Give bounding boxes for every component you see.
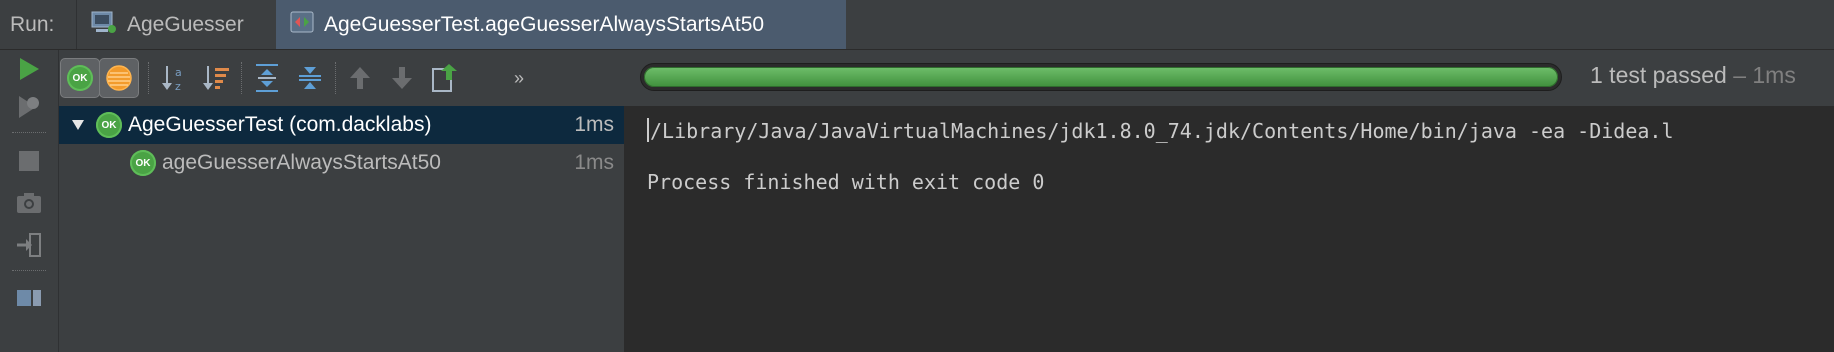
svg-text:z: z — [175, 80, 181, 93]
layout-button[interactable] — [14, 282, 44, 312]
console-command: /Library/Java/JavaVirtualMachines/jdk1.8… — [650, 119, 1674, 143]
export-icon — [432, 64, 457, 92]
console-output[interactable]: /Library/Java/JavaVirtualMachines/jdk1.8… — [625, 106, 1834, 352]
exit-button[interactable] — [14, 230, 44, 260]
tree-row-test-class[interactable]: OK AgeGuesserTest (com.dacklabs) 1ms — [59, 106, 624, 144]
test-tree: OK AgeGuesserTest (com.dacklabs) 1ms OK … — [59, 106, 625, 352]
text-caret — [647, 118, 649, 142]
test-class-icon — [290, 10, 314, 40]
run-config-icon — [91, 10, 117, 40]
tree-row-label: ageGuesserAlwaysStartsAt50 — [162, 151, 441, 174]
camera-icon — [17, 193, 41, 213]
ok-badge-icon: OK — [67, 65, 93, 91]
left-toolbar — [0, 50, 59, 352]
test-toolbar: OK a z » 1 test passed – 1ms — [59, 50, 1834, 106]
collapse-all-button[interactable] — [290, 58, 330, 98]
tree-row-label: AgeGuesserTest (com.dacklabs) — [128, 113, 432, 136]
tab-ageguessertest[interactable]: AgeGuesserTest.ageGuesserAlwaysStartsAt5… — [276, 0, 846, 49]
dump-threads-button[interactable] — [14, 188, 44, 218]
progress-fill — [644, 67, 1558, 87]
toolbar-divider — [12, 270, 46, 271]
console-exit-message: Process finished with exit code 0 — [647, 170, 1045, 194]
run-tab-bar: Run: AgeGuesser AgeGuesserTest.ageGuesse… — [0, 0, 1834, 50]
expand-all-button[interactable] — [247, 58, 287, 98]
status-duration: – 1ms — [1726, 62, 1796, 88]
arrow-up-icon — [350, 67, 370, 89]
stop-button[interactable] — [14, 146, 44, 176]
show-ignored-toggle[interactable] — [99, 58, 139, 98]
status-passed: 1 test passed — [1590, 62, 1727, 88]
rerun-failed-button[interactable] — [14, 92, 44, 122]
passed-icon: OK — [96, 112, 122, 138]
sort-alphabetically-button[interactable]: a z — [154, 58, 194, 98]
sort-alpha-icon: a z — [162, 66, 182, 93]
rerun-failed-icon — [19, 96, 39, 118]
collapse-all-icon — [299, 67, 321, 89]
rerun-button[interactable] — [14, 54, 44, 84]
arrow-down-icon — [392, 67, 412, 89]
more-icon: » — [513, 67, 524, 88]
sort-duration-icon — [203, 66, 229, 90]
run-label: Run: — [10, 13, 55, 36]
tree-row-test-method[interactable]: OK ageGuesserAlwaysStartsAt50 1ms — [59, 144, 624, 182]
tree-row-time: 1ms — [574, 113, 614, 136]
expand-all-icon — [256, 64, 278, 92]
console-command-line: /Library/Java/JavaVirtualMachines/jdk1.8… — [647, 118, 1674, 143]
more-button[interactable]: » — [499, 58, 539, 98]
toolbar-divider — [12, 132, 46, 133]
test-status: 1 test passed – 1ms — [1590, 62, 1796, 89]
tab-label: AgeGuesserTest.ageGuesserAlwaysStartsAt5… — [324, 12, 765, 36]
next-test-button[interactable] — [382, 58, 422, 98]
tree-row-time: 1ms — [574, 151, 614, 174]
play-icon — [20, 58, 39, 80]
passed-icon: OK — [130, 150, 156, 176]
stop-icon — [19, 151, 39, 171]
layout-icon — [17, 290, 41, 306]
test-progress-bar — [640, 63, 1562, 91]
ignored-icon — [106, 65, 132, 91]
toolbar-divider — [335, 62, 336, 94]
tab-ageguesser[interactable]: AgeGuesser — [77, 0, 275, 49]
previous-test-button[interactable] — [340, 58, 380, 98]
toolbar-divider — [148, 62, 149, 94]
svg-text:a: a — [175, 66, 182, 79]
sort-by-duration-button[interactable] — [196, 58, 236, 98]
tab-label: AgeGuesser — [127, 12, 244, 36]
show-passed-toggle[interactable]: OK — [60, 58, 100, 98]
toolbar-divider — [241, 62, 242, 94]
export-results-button[interactable] — [425, 58, 465, 98]
expand-arrow-icon[interactable] — [71, 113, 91, 137]
exit-icon — [17, 233, 41, 257]
